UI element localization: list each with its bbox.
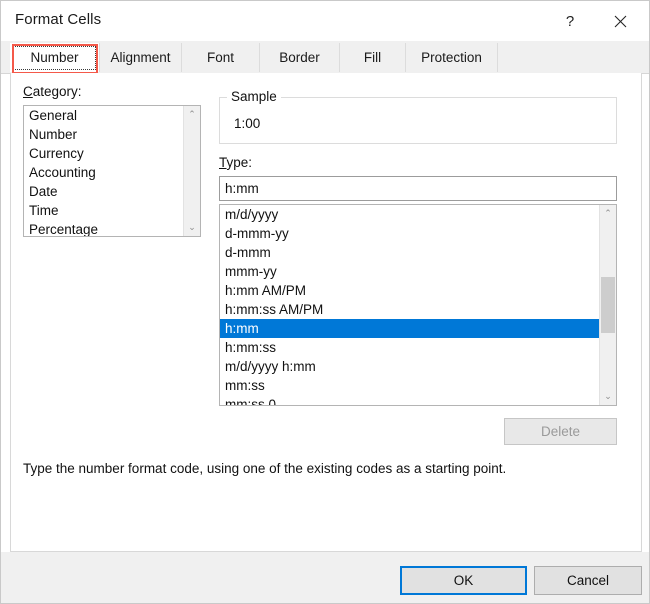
close-icon xyxy=(614,15,627,28)
category-list-item[interactable]: Accounting xyxy=(24,163,183,182)
format-cells-dialog: Format Cells ? Number Alignment Font Bor… xyxy=(0,0,650,604)
type-scrollbar[interactable]: ⌃ ⌄ xyxy=(599,205,616,405)
tab-protection-label: Protection xyxy=(421,50,482,65)
category-scrollbar[interactable]: ⌃ ⌄ xyxy=(183,106,200,236)
type-listbox[interactable]: m/d/yyyy d-mmm-yy d-mmm mmm-yy h:mm AM/PM h:m… xyxy=(219,204,617,406)
tab-strip-filler xyxy=(498,43,642,72)
scroll-up-icon[interactable]: ⌃ xyxy=(184,106,200,123)
ok-button[interactable]: OK xyxy=(400,566,527,595)
type-list-item[interactable]: mm:ss xyxy=(220,376,599,395)
type-list-item[interactable]: mm:ss.0 xyxy=(220,395,599,405)
scrollbar-thumb[interactable] xyxy=(601,277,615,333)
type-list-item[interactable]: h:mm:ss xyxy=(220,338,599,357)
type-list-item[interactable]: h:mm AM/PM xyxy=(220,281,599,300)
category-list-item[interactable]: Date xyxy=(24,182,183,201)
type-label-rest: ype: xyxy=(226,155,253,170)
scroll-up-icon[interactable]: ⌃ xyxy=(600,205,616,222)
type-list-item[interactable]: d-mmm xyxy=(220,243,599,262)
category-list-item[interactable]: Number xyxy=(24,125,183,144)
tab-font-label: Font xyxy=(206,50,234,65)
tab-number[interactable]: Number xyxy=(10,43,100,72)
cancel-button[interactable]: Cancel xyxy=(534,566,642,595)
category-label: Category: xyxy=(23,84,82,99)
category-list-item[interactable]: Currency xyxy=(24,144,183,163)
dialog-title: Format Cells xyxy=(15,11,102,28)
tab-border-label: Border xyxy=(279,50,320,65)
tab-protection[interactable]: Protection xyxy=(406,43,498,72)
category-list-items: General Number Currency Accounting Date Time P… xyxy=(24,106,183,236)
ok-button-label: OK xyxy=(453,573,474,588)
category-label-accel: C xyxy=(23,84,33,99)
type-list-item[interactable]: h:mm:ss AM/PM xyxy=(220,300,599,319)
scroll-down-icon[interactable]: ⌄ xyxy=(600,388,616,405)
cancel-button-label: Cancel xyxy=(566,573,610,588)
delete-button-label: Delete xyxy=(540,424,581,439)
type-list-item[interactable]: h:mm xyxy=(220,319,599,338)
tab-fill-label: Fill xyxy=(363,50,382,65)
category-list-item[interactable]: General xyxy=(24,106,183,125)
tab-strip: Number Alignment Font Border Fill Protec… xyxy=(1,41,649,74)
close-button[interactable] xyxy=(597,1,643,41)
category-list-item[interactable]: Time xyxy=(24,201,183,220)
help-button[interactable]: ? xyxy=(547,1,593,41)
category-list-item[interactable]: Percentage xyxy=(24,220,183,236)
question-mark-icon: ? xyxy=(565,12,575,30)
tab-alignment[interactable]: Alignment xyxy=(100,43,182,72)
scroll-down-icon[interactable]: ⌄ xyxy=(184,219,200,236)
delete-button[interactable]: Delete xyxy=(504,418,617,445)
title-bar: Format Cells ? xyxy=(1,1,649,41)
tab-number-label: Number xyxy=(30,50,79,65)
type-list-item[interactable]: d-mmm-yy xyxy=(220,224,599,243)
category-listbox[interactable]: General Number Currency Accounting Date Time P… xyxy=(23,105,201,237)
type-list-item[interactable]: m/d/yyyy h:mm xyxy=(220,357,599,376)
type-list-item[interactable]: mmm-yy xyxy=(220,262,599,281)
tab-alignment-label: Alignment xyxy=(110,50,171,65)
sample-groupbox xyxy=(219,97,617,144)
type-list-item[interactable]: m/d/yyyy xyxy=(220,205,599,224)
category-label-rest: ategory: xyxy=(32,84,82,99)
type-input[interactable] xyxy=(219,176,617,201)
format-code-help-text: Type the number format code, using one o… xyxy=(23,461,507,476)
dialog-footer: OK Cancel xyxy=(1,552,649,603)
sample-value: 1:00 xyxy=(234,116,261,131)
sample-legend: Sample xyxy=(227,89,281,104)
type-list-items: m/d/yyyy d-mmm-yy d-mmm mmm-yy h:mm AM/PM h:m… xyxy=(220,205,599,405)
type-label-accel: T xyxy=(219,155,227,170)
tab-fill[interactable]: Fill xyxy=(340,43,406,72)
tab-border[interactable]: Border xyxy=(260,43,340,72)
tab-font[interactable]: Font xyxy=(182,43,260,72)
number-tab-panel: Category: General Number Currency Accountin… xyxy=(10,73,642,552)
type-label: Type: xyxy=(219,155,252,170)
